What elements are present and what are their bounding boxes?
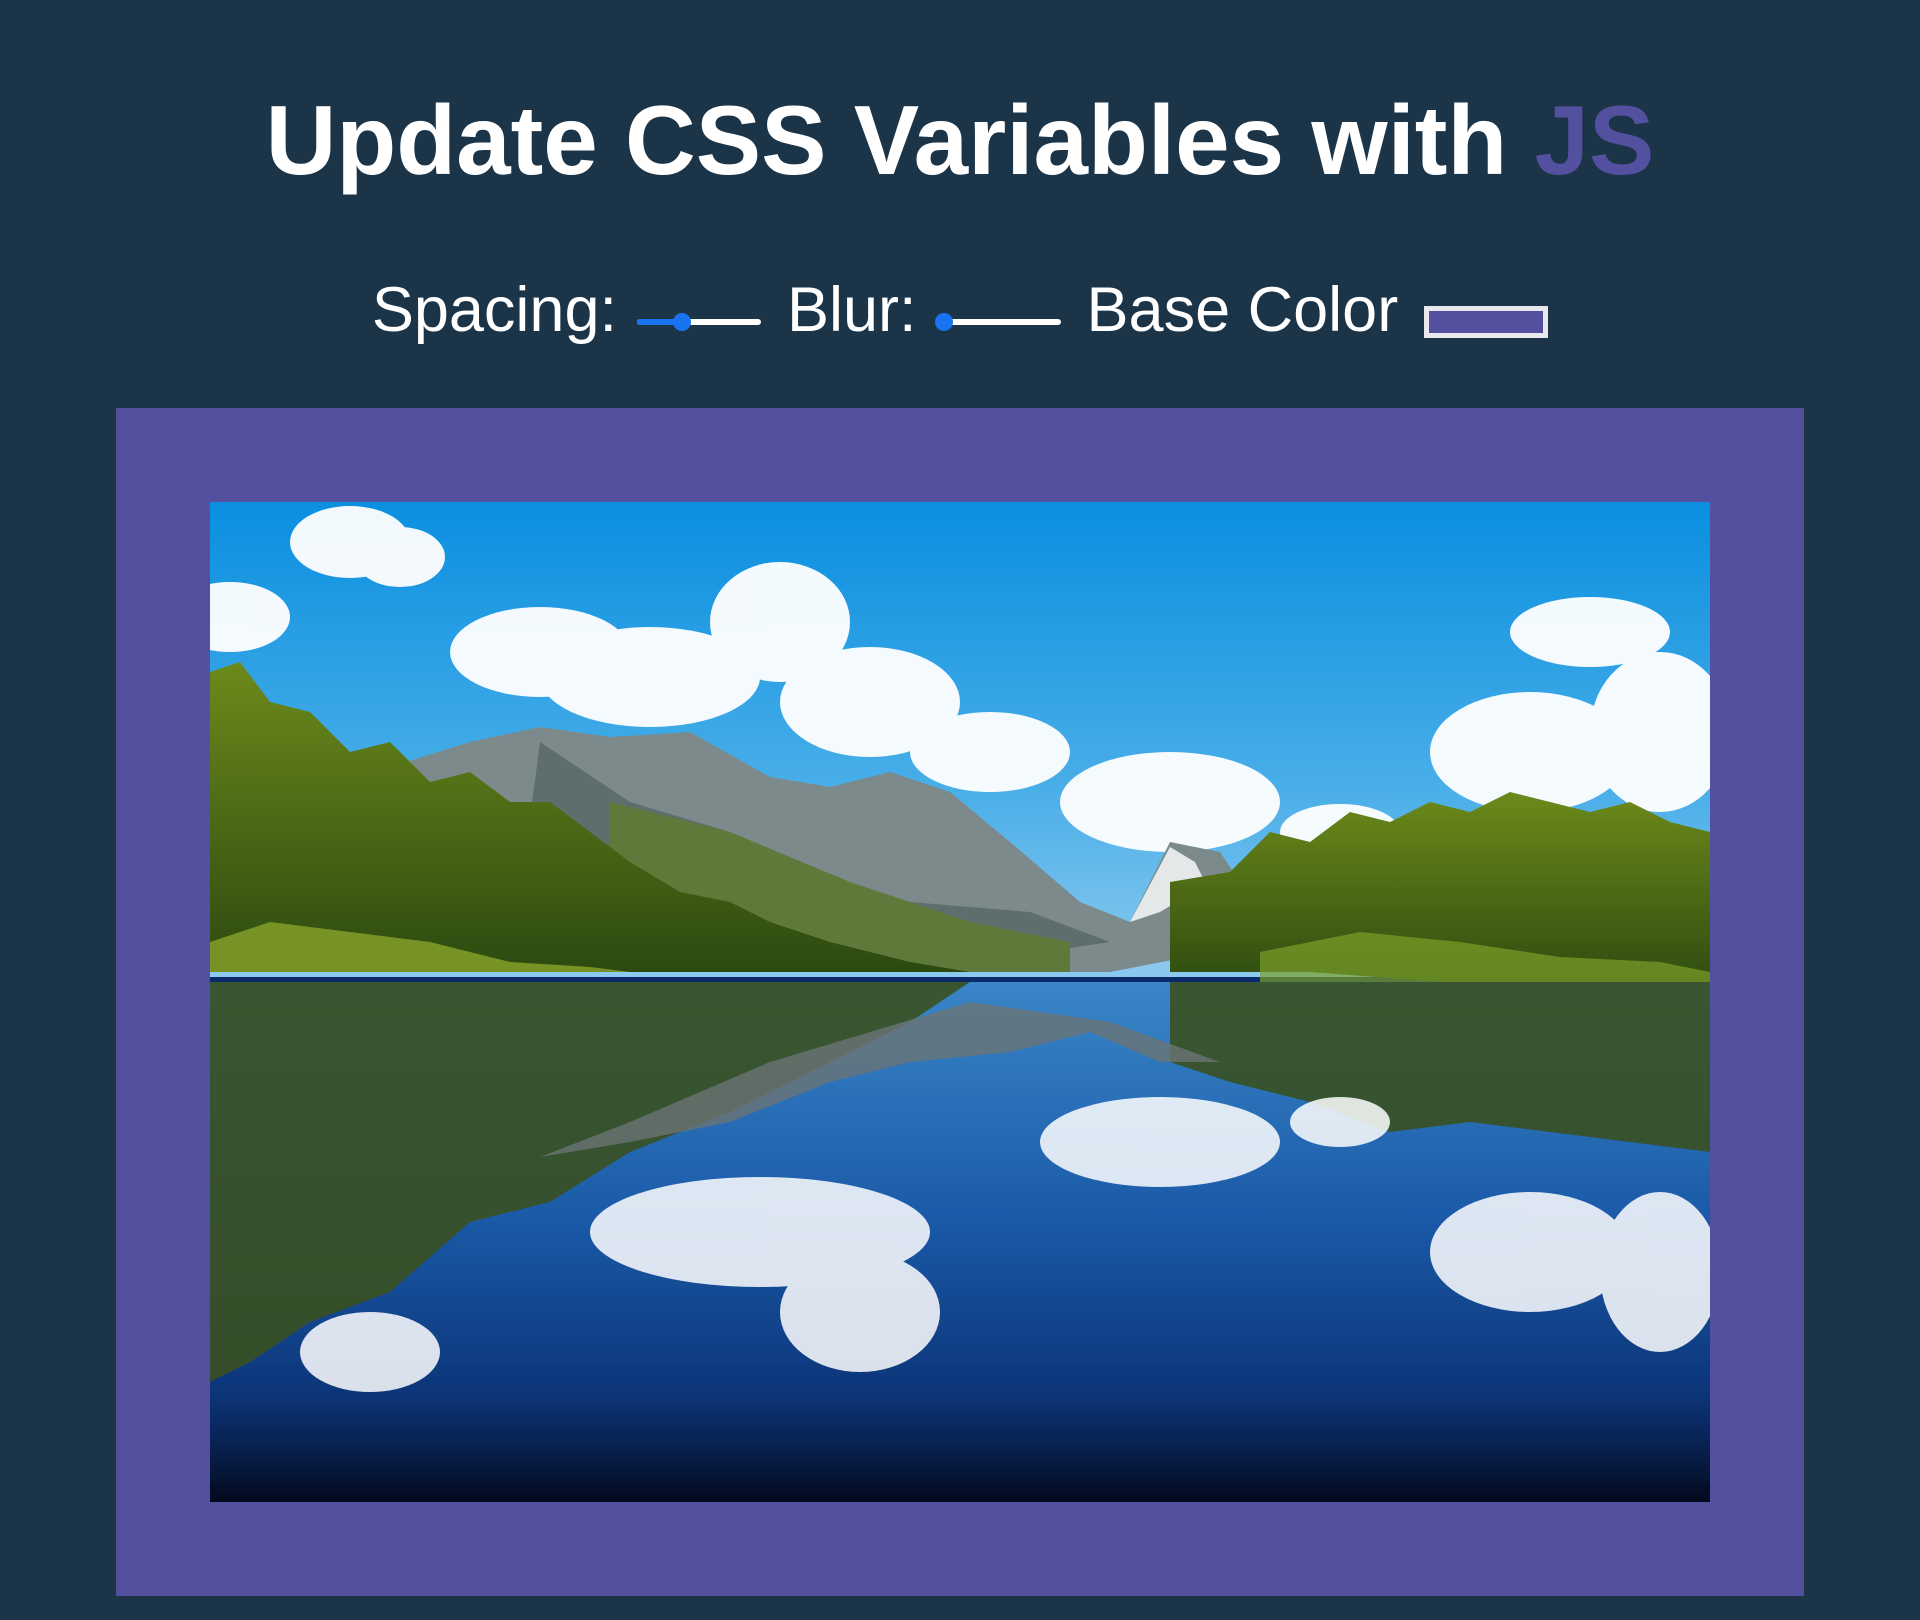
landscape-image [210, 502, 1710, 1502]
image-frame [116, 408, 1804, 1596]
blur-slider-track[interactable] [936, 319, 1061, 325]
base-color-label: Base Color [1086, 275, 1399, 345]
spacing-slider-thumb[interactable] [672, 313, 691, 331]
blur-label: Blur: [786, 275, 917, 345]
blur-slider-thumb[interactable] [934, 313, 953, 331]
controls-bar: Spacing: Blur: Base Color [0, 270, 1920, 350]
page-title-highlight: JS [1534, 85, 1655, 195]
spacing-slider[interactable] [636, 312, 761, 332]
blur-slider[interactable] [934, 312, 1061, 332]
page-title: Update CSS Variables with JS [0, 80, 1920, 200]
page-title-text: Update CSS Variables with [265, 85, 1535, 195]
spacing-label: Spacing: [371, 275, 617, 345]
landscape-illustration [210, 502, 1710, 1502]
base-color-picker[interactable] [1424, 306, 1549, 338]
